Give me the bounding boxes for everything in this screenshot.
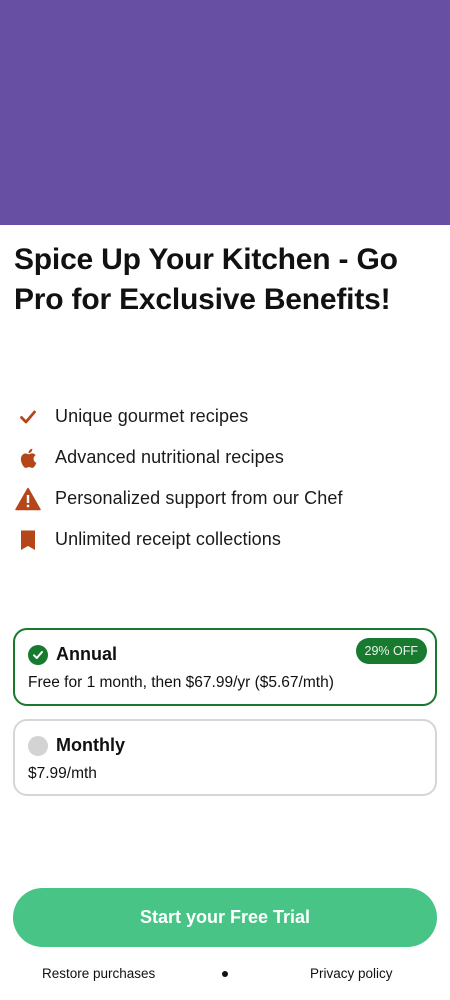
- discount-badge: 29% OFF: [355, 638, 427, 664]
- selected-check-icon[interactable]: [28, 644, 48, 665]
- plan-description: Free for 1 month, then $67.99/yr ($5.67/…: [28, 674, 334, 691]
- plan-header: Annual: [28, 644, 117, 665]
- plan-name: Annual: [56, 644, 117, 664]
- separator-dot: [222, 971, 228, 977]
- radio-unselected-icon[interactable]: [28, 735, 48, 756]
- hero-banner: [0, 0, 450, 225]
- feature-label: Unique gourmet recipes: [55, 406, 249, 426]
- start-free-trial-button[interactable]: Start your Free Trial: [13, 888, 437, 947]
- feature-label: Advanced nutritional recipes: [55, 447, 284, 467]
- warning-icon: [14, 485, 42, 513]
- feature-list: Unique gourmet recipes Advanced nutritio…: [14, 396, 434, 560]
- list-item: Personalized support from our Chef: [14, 478, 434, 519]
- apple-icon: [14, 444, 42, 472]
- page-title: Spice Up Your Kitchen - Go Pro for Exclu…: [14, 243, 398, 316]
- privacy-policy-link[interactable]: Privacy policy: [310, 966, 393, 981]
- plan-description: $7.99/mth: [28, 765, 97, 782]
- list-item: Unlimited receipt collections: [14, 519, 434, 560]
- bookmark-icon: [14, 526, 42, 554]
- plan-option-monthly[interactable]: Monthly $7.99/mth: [13, 719, 437, 796]
- plan-header: Monthly: [28, 735, 125, 756]
- list-item: Advanced nutritional recipes: [14, 437, 434, 478]
- restore-purchases-link[interactable]: Restore purchases: [42, 966, 155, 981]
- feature-label: Unlimited receipt collections: [55, 529, 281, 549]
- plan-option-annual[interactable]: Annual 29% OFF Free for 1 month, then $6…: [13, 628, 437, 706]
- check-icon: [14, 403, 42, 431]
- footer: Restore purchases Privacy policy: [0, 964, 450, 986]
- plan-name: Monthly: [56, 735, 125, 755]
- feature-label: Personalized support from our Chef: [55, 488, 343, 508]
- list-item: Unique gourmet recipes: [14, 396, 434, 437]
